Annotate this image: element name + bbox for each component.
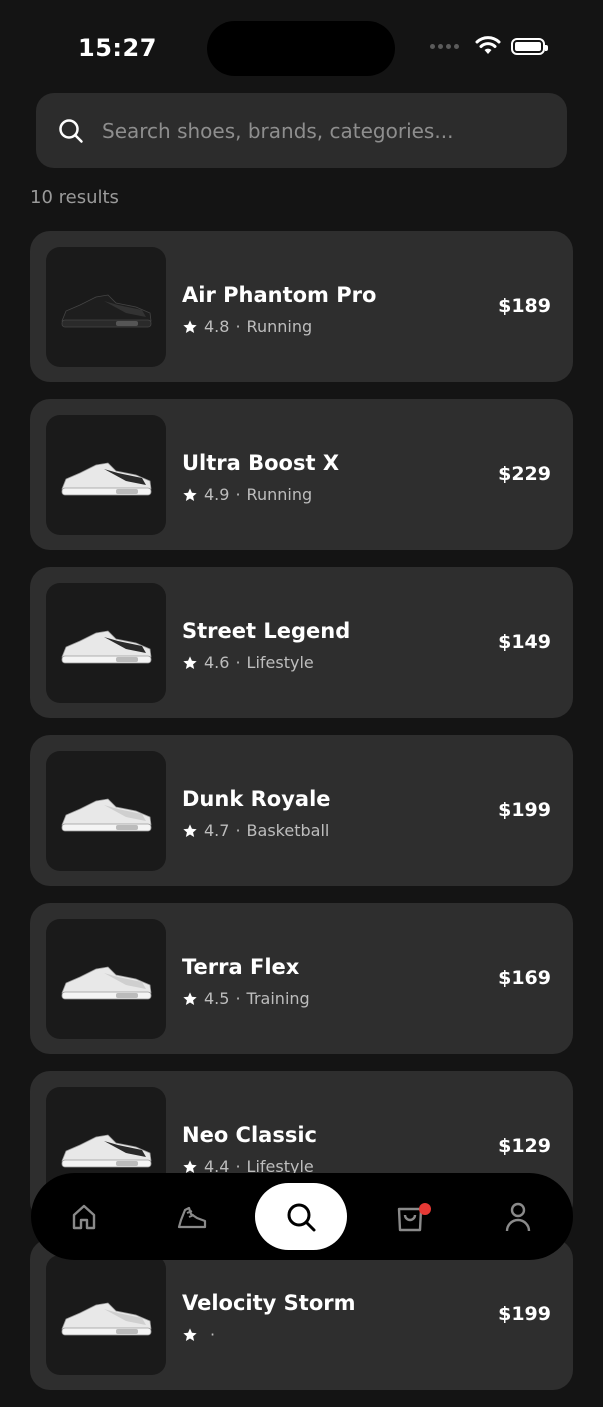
product-meta: 4.5 · Training: [182, 989, 310, 1008]
product-price: $229: [498, 463, 551, 485]
product-meta: 4.6 · Lifestyle: [182, 653, 314, 672]
meta-separator: ·: [235, 317, 241, 336]
product-card[interactable]: Street Legend 4.6 · Lifestyle $149: [30, 567, 573, 718]
product-image: [46, 583, 166, 703]
search-bar[interactable]: [36, 93, 567, 168]
product-category: Training: [246, 989, 310, 1008]
product-image: [46, 1255, 166, 1375]
product-card[interactable]: Dunk Royale 4.7 · Basketball $199: [30, 735, 573, 886]
star-icon: [183, 319, 197, 333]
dynamic-island: [207, 21, 395, 76]
product-rating: 4.9: [204, 485, 230, 504]
product-price: $149: [498, 631, 551, 653]
product-category: Running: [246, 317, 313, 336]
battery-icon: [511, 37, 548, 55]
product-category: Running: [246, 485, 313, 504]
product-price: $189: [498, 295, 551, 317]
product-image: [46, 919, 166, 1039]
star-icon: [183, 487, 197, 501]
product-image: [46, 247, 166, 367]
star-icon: [183, 991, 197, 1005]
product-meta: 4.9 · Running: [182, 485, 312, 504]
product-card[interactable]: Terra Flex 4.5 · Training $169: [30, 903, 573, 1054]
product-name: Velocity Storm: [182, 1291, 356, 1315]
bottom-nav: [31, 1173, 573, 1260]
star-icon: [183, 655, 197, 669]
meta-separator: ·: [235, 821, 241, 840]
wifi-icon: [475, 36, 501, 54]
meta-separator: ·: [235, 653, 241, 672]
product-price: $169: [498, 967, 551, 989]
search-icon: [287, 1203, 316, 1231]
nav-shoes[interactable]: [147, 1173, 237, 1260]
product-name: Neo Classic: [182, 1123, 317, 1147]
meta-separator: ·: [235, 485, 241, 504]
results-count: 10 results: [30, 187, 119, 208]
product-rating: 4.7: [204, 821, 230, 840]
product-card[interactable]: Ultra Boost X 4.9 · Running $229: [30, 399, 573, 550]
meta-separator: ·: [210, 1325, 216, 1344]
product-rating: 4.8: [204, 317, 230, 336]
product-name: Air Phantom Pro: [182, 283, 377, 307]
status-time: 15:27: [78, 34, 157, 62]
shoe-icon: [177, 1206, 207, 1228]
product-name: Ultra Boost X: [182, 451, 340, 475]
product-category: Basketball: [246, 821, 330, 840]
product-price: $129: [498, 1135, 551, 1157]
product-rating: 4.6: [204, 653, 230, 672]
star-icon: [183, 1327, 197, 1341]
product-category: Lifestyle: [246, 653, 314, 672]
product-name: Dunk Royale: [182, 787, 331, 811]
search-icon: [59, 118, 83, 143]
status-icons: [430, 36, 548, 56]
product-meta: ·: [182, 1325, 221, 1344]
signal-icon: [430, 43, 459, 49]
product-card[interactable]: Air Phantom Pro 4.8 · Running $189: [30, 231, 573, 382]
search-input[interactable]: [100, 117, 544, 144]
nav-cart[interactable]: [365, 1173, 455, 1260]
cart-badge: [419, 1203, 431, 1215]
product-meta: 4.8 · Running: [182, 317, 312, 336]
product-price: $199: [498, 799, 551, 821]
product-name: Terra Flex: [182, 955, 300, 979]
home-icon: [72, 1204, 96, 1229]
product-rating: 4.5: [204, 989, 230, 1008]
nav-profile[interactable]: [473, 1173, 563, 1260]
star-icon: [183, 823, 197, 837]
product-image: [46, 751, 166, 871]
product-meta: 4.7 · Basketball: [182, 821, 329, 840]
product-image: [46, 415, 166, 535]
product-price: $199: [498, 1303, 551, 1325]
product-name: Street Legend: [182, 619, 351, 643]
profile-icon: [505, 1202, 531, 1231]
nav-search[interactable]: [255, 1183, 347, 1250]
nav-home[interactable]: [39, 1173, 129, 1260]
meta-separator: ·: [235, 989, 241, 1008]
product-card[interactable]: Velocity Storm · $199: [30, 1239, 573, 1390]
